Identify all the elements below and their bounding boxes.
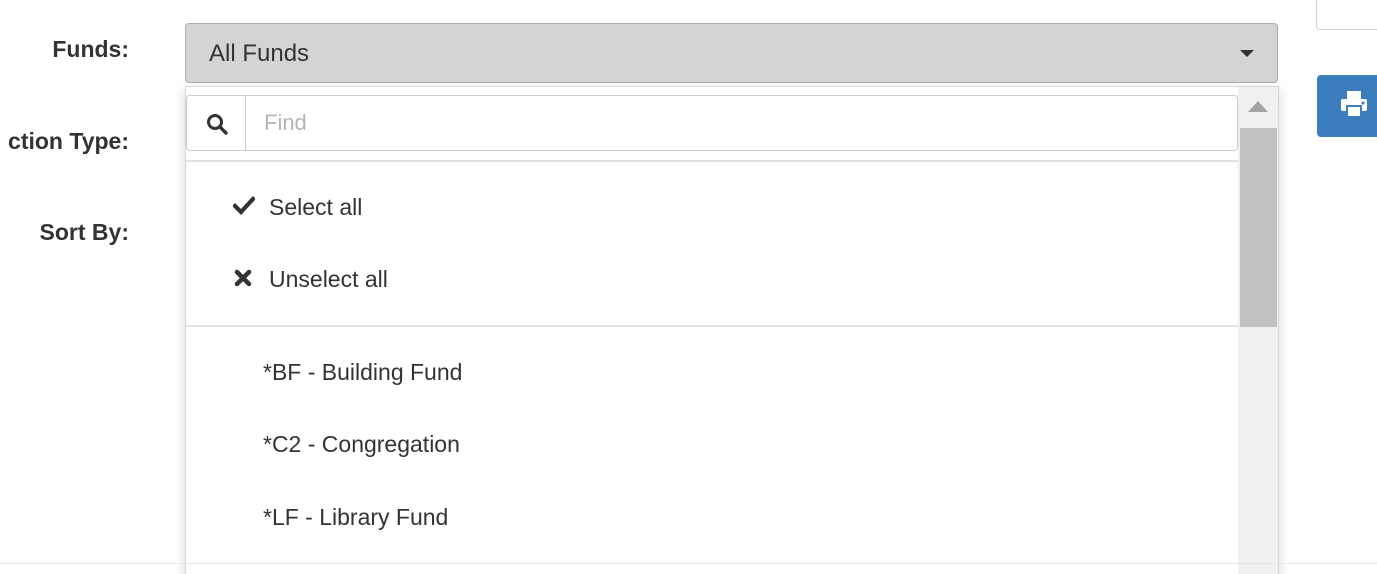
search-icon xyxy=(207,114,228,135)
fund-option-label: *C2 - Congregation xyxy=(263,431,460,457)
funds-label: Funds: xyxy=(52,36,129,62)
menu-divider xyxy=(186,325,1238,327)
caret-down-icon xyxy=(1240,50,1254,57)
scrollbar-thumb[interactable] xyxy=(1240,128,1277,327)
check-icon xyxy=(233,196,255,216)
funds-search-input[interactable] xyxy=(246,96,1231,150)
select-all-label: Select all xyxy=(269,194,363,220)
section-divider xyxy=(0,563,1377,564)
select-all-option[interactable]: Select all xyxy=(186,178,1238,238)
dropdown-scrollbar[interactable] xyxy=(1238,87,1278,574)
funds-selected-value: All Funds xyxy=(209,40,310,67)
top-right-control[interactable] xyxy=(1316,0,1377,30)
funds-search-box xyxy=(186,95,1238,151)
unselect-all-label: Unselect all xyxy=(269,266,388,292)
funds-select[interactable]: All Funds xyxy=(185,23,1278,83)
fund-option-label: *LF - Library Fund xyxy=(263,504,449,530)
print-button[interactable] xyxy=(1317,75,1377,137)
transaction-type-label: ction Type: xyxy=(8,128,129,154)
fund-option[interactable]: *C2 - Congregation xyxy=(186,415,1238,475)
scroll-up-arrow-icon[interactable] xyxy=(1248,101,1268,112)
fund-option-label: *BF - Building Fund xyxy=(263,359,463,385)
search-addon xyxy=(187,96,246,150)
fund-option[interactable]: *LF - Library Fund xyxy=(186,488,1238,548)
report-filter-page: Funds: ction Type: Sort By: All Funds Se… xyxy=(0,0,1377,574)
funds-dropdown-menu: Select all Unselect all *BF - Building F… xyxy=(185,86,1279,574)
unselect-all-option[interactable]: Unselect all xyxy=(186,250,1238,310)
fund-option[interactable]: *BF - Building Fund xyxy=(186,343,1238,403)
sort-by-label: Sort By: xyxy=(39,219,129,245)
print-icon xyxy=(1341,91,1367,118)
menu-divider xyxy=(186,160,1238,162)
times-icon xyxy=(234,269,252,287)
